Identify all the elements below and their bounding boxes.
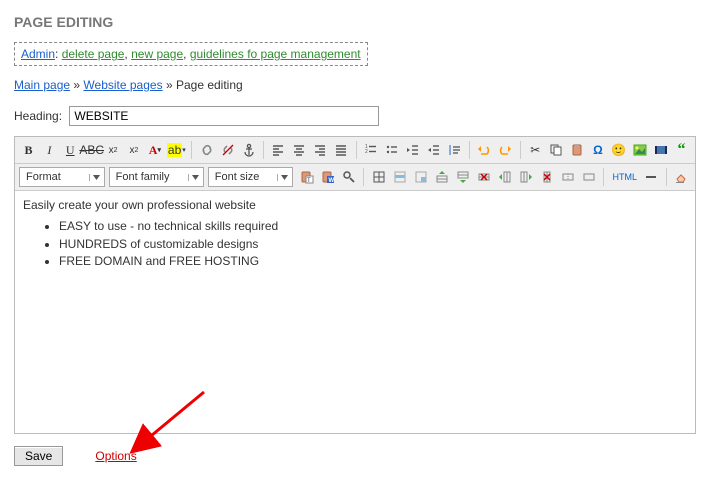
indent-button[interactable] (424, 140, 443, 160)
anchor-button[interactable] (239, 140, 258, 160)
breadcrumb-sep: » (73, 78, 80, 92)
unlink-button[interactable] (218, 140, 237, 160)
split-cells-button[interactable] (558, 167, 577, 187)
svg-text:2: 2 (365, 149, 368, 155)
content-bullet: EASY to use - no technical skills requir… (59, 218, 687, 235)
admin-bar: Admin: delete page, new page, guidelines… (14, 42, 368, 66)
clear-formatting-button[interactable] (672, 167, 691, 187)
html-source-button[interactable]: HTML (609, 167, 640, 187)
find-replace-button[interactable] (339, 167, 358, 187)
font-size-dropdown[interactable]: Font size (208, 167, 294, 187)
table-cell-props-button[interactable] (411, 167, 430, 187)
highlight-button[interactable]: ab▾ (166, 140, 186, 160)
heading-input[interactable] (69, 106, 379, 126)
blockquote-button[interactable] (445, 140, 464, 160)
rich-text-editor: B I U ABC x2 x2 A▾ ab▾ 12 ✂ Ω 🙂 “ (14, 136, 696, 434)
font-size-dropdown-label: Font size (215, 171, 260, 183)
chevron-down-icon (89, 174, 100, 181)
insert-row-before-button[interactable] (432, 167, 451, 187)
heading-row: Heading: (14, 106, 708, 126)
format-dropdown-label: Format (26, 171, 61, 183)
chevron-down-icon (277, 174, 288, 181)
image-button[interactable] (630, 140, 649, 160)
content-line: Easily create your own professional webs… (23, 197, 687, 214)
strikethrough-button[interactable]: ABC (82, 140, 102, 160)
paste-button[interactable] (568, 140, 587, 160)
table-row-props-button[interactable] (390, 167, 409, 187)
insert-row-after-button[interactable] (453, 167, 472, 187)
toolbar-row-2: Format Font family Font size T W HTML (15, 164, 695, 191)
toolbar-row-1: B I U ABC x2 x2 A▾ ab▾ 12 ✂ Ω 🙂 “ (15, 137, 695, 164)
media-button[interactable] (651, 140, 670, 160)
text-color-button[interactable]: A▾ (145, 140, 164, 160)
redo-button[interactable] (496, 140, 515, 160)
bold-button[interactable]: B (19, 140, 38, 160)
special-char-button[interactable]: Ω (588, 140, 607, 160)
copy-button[interactable] (547, 140, 566, 160)
breadcrumb-pages[interactable]: Website pages (83, 78, 162, 92)
page-title: PAGE EDITING (14, 14, 708, 30)
breadcrumb-main[interactable]: Main page (14, 78, 70, 92)
font-family-dropdown[interactable]: Font family (109, 167, 204, 187)
outdent-button[interactable] (403, 140, 422, 160)
table-button[interactable] (369, 167, 388, 187)
merge-cells-button[interactable] (579, 167, 598, 187)
subscript-button[interactable]: x2 (104, 140, 123, 160)
paste-text-button[interactable]: T (297, 167, 316, 187)
underline-button[interactable]: U (61, 140, 80, 160)
align-right-button[interactable] (311, 140, 330, 160)
save-button[interactable]: Save (14, 446, 63, 466)
content-bullet: HUNDREDS of customizable designs (59, 236, 687, 253)
quote-button[interactable]: “ (672, 140, 691, 160)
insert-col-before-button[interactable] (495, 167, 514, 187)
paste-word-button[interactable]: W (318, 167, 337, 187)
format-dropdown[interactable]: Format (19, 167, 105, 187)
superscript-button[interactable]: x2 (125, 140, 144, 160)
align-left-button[interactable] (269, 140, 288, 160)
undo-button[interactable] (475, 140, 494, 160)
footer-row: Save Options (14, 446, 708, 466)
font-family-dropdown-label: Font family (116, 171, 170, 183)
editor-content[interactable]: Easily create your own professional webs… (15, 191, 695, 433)
link-button[interactable] (197, 140, 216, 160)
unordered-list-button[interactable] (382, 140, 401, 160)
svg-text:T: T (307, 178, 311, 184)
delete-row-button[interactable] (474, 167, 493, 187)
delete-col-button[interactable] (537, 167, 556, 187)
cut-button[interactable]: ✂ (526, 140, 545, 160)
align-center-button[interactable] (290, 140, 309, 160)
content-bullet: FREE DOMAIN and FREE HOSTING (59, 253, 687, 270)
svg-text:W: W (328, 178, 334, 184)
heading-label: Heading: (14, 109, 62, 123)
emoticon-button[interactable]: 🙂 (609, 140, 628, 160)
breadcrumb-sep: » (166, 78, 173, 92)
insert-col-after-button[interactable] (516, 167, 535, 187)
ordered-list-button[interactable]: 12 (362, 140, 381, 160)
guidelines-link[interactable]: guidelines fo page management (190, 47, 361, 61)
options-link[interactable]: Options (95, 449, 136, 463)
new-page-link[interactable]: new page (131, 47, 183, 61)
delete-page-link[interactable]: delete page (62, 47, 125, 61)
breadcrumb: Main page » Website pages » Page editing (14, 78, 708, 92)
align-justify-button[interactable] (332, 140, 351, 160)
hr-button[interactable] (642, 167, 661, 187)
admin-link[interactable]: Admin (21, 47, 55, 61)
italic-button[interactable]: I (40, 140, 59, 160)
chevron-down-icon (188, 174, 199, 181)
breadcrumb-current: Page editing (176, 78, 243, 92)
